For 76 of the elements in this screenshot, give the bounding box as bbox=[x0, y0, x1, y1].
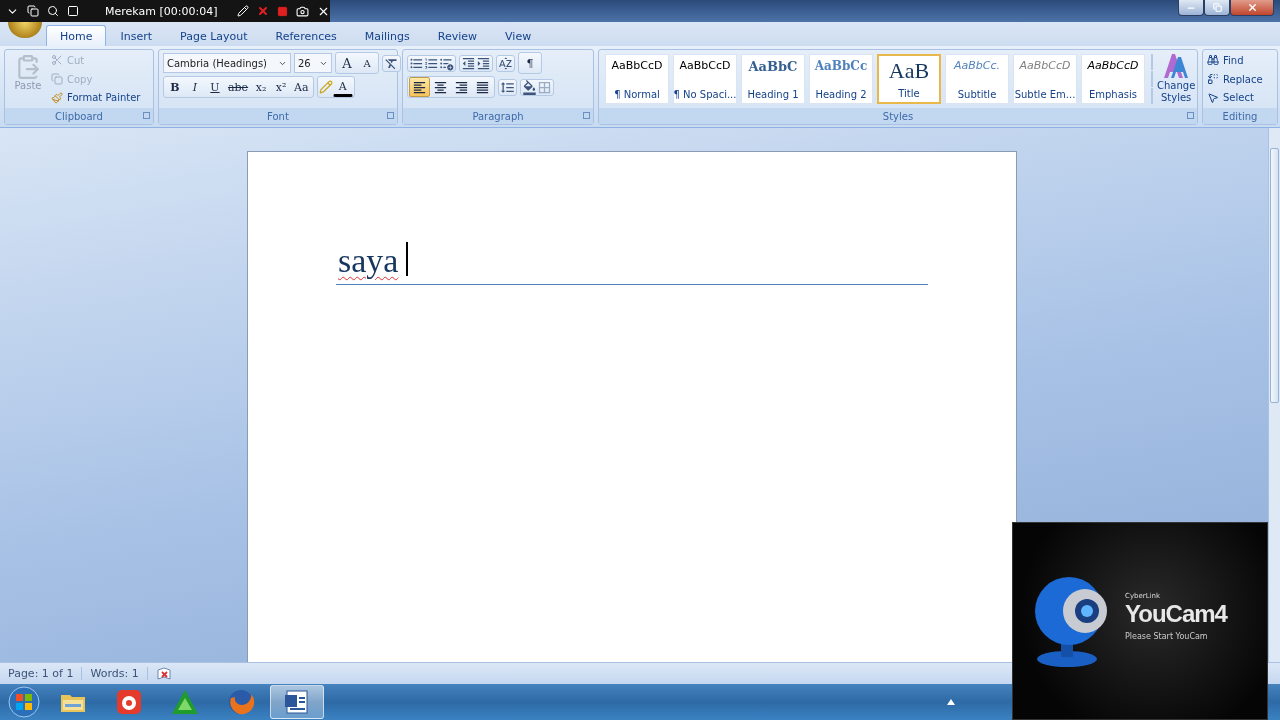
font-size-field[interactable]: 26 bbox=[294, 53, 332, 73]
increase-indent-icon[interactable] bbox=[476, 55, 491, 71]
select-button[interactable]: Select bbox=[1207, 89, 1263, 106]
style-item[interactable]: AaB Title bbox=[877, 54, 941, 104]
search-icon[interactable] bbox=[47, 5, 59, 17]
grow-font-button[interactable]: A bbox=[337, 53, 357, 73]
text-cursor bbox=[406, 242, 409, 276]
camera-icon[interactable] bbox=[296, 4, 310, 18]
document-icon bbox=[284, 689, 310, 715]
windows-icon[interactable] bbox=[27, 5, 39, 17]
minimize-button[interactable] bbox=[1178, 0, 1204, 16]
format-painter-button[interactable]: Format Painter bbox=[51, 89, 141, 106]
subscript-button[interactable]: x₂ bbox=[251, 77, 272, 97]
group-label: Styles bbox=[882, 110, 914, 122]
style-item[interactable]: AaBbCcD Subtle Em... bbox=[1013, 54, 1077, 104]
ribbon-tab[interactable]: References bbox=[261, 25, 351, 46]
style-item[interactable]: AaBbCc Heading 2 bbox=[809, 54, 873, 104]
bold-button[interactable]: B bbox=[165, 77, 185, 97]
style-item[interactable]: AaBbC Heading 1 bbox=[741, 54, 805, 104]
close-icon bbox=[1246, 2, 1258, 13]
pointer-icon bbox=[1207, 91, 1219, 104]
screen-icon[interactable] bbox=[67, 5, 79, 17]
replace-button[interactable]: Replace bbox=[1207, 70, 1263, 88]
decrease-indent-icon[interactable] bbox=[461, 55, 476, 71]
ribbon-tab[interactable]: Mailings bbox=[350, 25, 424, 46]
show-marks-button[interactable]: ¶ bbox=[520, 53, 540, 73]
status-message: Please Start YouCam bbox=[1125, 631, 1209, 641]
recording-status: Merekam [00:00:04] bbox=[105, 4, 218, 18]
font-name-field[interactable]: Cambria (Headings) bbox=[163, 53, 291, 73]
find-button[interactable]: Find bbox=[1207, 52, 1263, 69]
replace-icon bbox=[1207, 73, 1219, 85]
player-icon bbox=[116, 689, 142, 715]
strikethrough-button[interactable]: abe bbox=[225, 77, 252, 97]
ribbon-tab[interactable]: Review bbox=[423, 25, 492, 46]
underline-button[interactable]: U bbox=[205, 77, 225, 97]
change-styles-button[interactable]: Change Styles bbox=[1157, 52, 1196, 106]
italic-button[interactable]: I bbox=[185, 77, 205, 97]
ribbon-tab[interactable]: Page Layout bbox=[166, 25, 262, 46]
style-item[interactable]: AaBbCcD Emphasis bbox=[1081, 54, 1145, 104]
product-name: YouCam4 bbox=[1125, 599, 1227, 628]
superscript-button[interactable]: x² bbox=[271, 77, 292, 97]
shading-icon[interactable] bbox=[522, 79, 537, 95]
word-count: Words: 1 bbox=[82, 667, 148, 680]
group-label: Editing bbox=[1222, 110, 1258, 122]
pencil-icon[interactable] bbox=[237, 5, 250, 17]
stop-icon[interactable] bbox=[277, 5, 289, 17]
triangle-icon bbox=[171, 689, 199, 715]
group-label: Clipboard bbox=[55, 110, 103, 122]
tray-arrow-icon[interactable] bbox=[946, 698, 956, 706]
ribbon-tab[interactable]: View bbox=[491, 25, 546, 46]
scissors-icon bbox=[51, 54, 63, 67]
shrink-font-button[interactable]: A bbox=[357, 53, 377, 73]
style-item[interactable]: AaBbCc. Subtitle bbox=[945, 54, 1009, 104]
proofing-icon bbox=[155, 666, 172, 681]
restore-icon bbox=[1212, 3, 1222, 12]
style-item[interactable]: AaBbCcD ¶ Normal bbox=[605, 54, 669, 104]
binoculars-icon bbox=[1207, 54, 1219, 67]
change-case-button[interactable]: Aa bbox=[291, 77, 312, 97]
group-label: Font bbox=[267, 110, 289, 122]
taskbar-button[interactable] bbox=[270, 685, 324, 719]
ribbon-tab[interactable]: Insert bbox=[106, 25, 167, 46]
group-label: Paragraph bbox=[472, 110, 524, 122]
style-item[interactable]: AaBbCcD ¶ No Spaci... bbox=[673, 54, 737, 104]
paintbrush-icon bbox=[51, 91, 63, 104]
clipboard-icon bbox=[15, 54, 41, 80]
scroll-thumb[interactable] bbox=[1270, 148, 1279, 403]
restore-button[interactable] bbox=[1204, 0, 1230, 16]
sort-icon[interactable] bbox=[498, 55, 513, 71]
document-text: saya bbox=[338, 242, 399, 280]
align-button[interactable] bbox=[409, 77, 430, 97]
ribbon-tab[interactable]: Home bbox=[46, 25, 107, 46]
close-button[interactable] bbox=[1230, 0, 1274, 16]
copy-icon bbox=[51, 73, 63, 85]
firefox-icon bbox=[227, 688, 255, 716]
vertical-scrollbar[interactable] bbox=[1268, 128, 1280, 662]
page-count: Page: 1 of 1 bbox=[0, 667, 83, 680]
